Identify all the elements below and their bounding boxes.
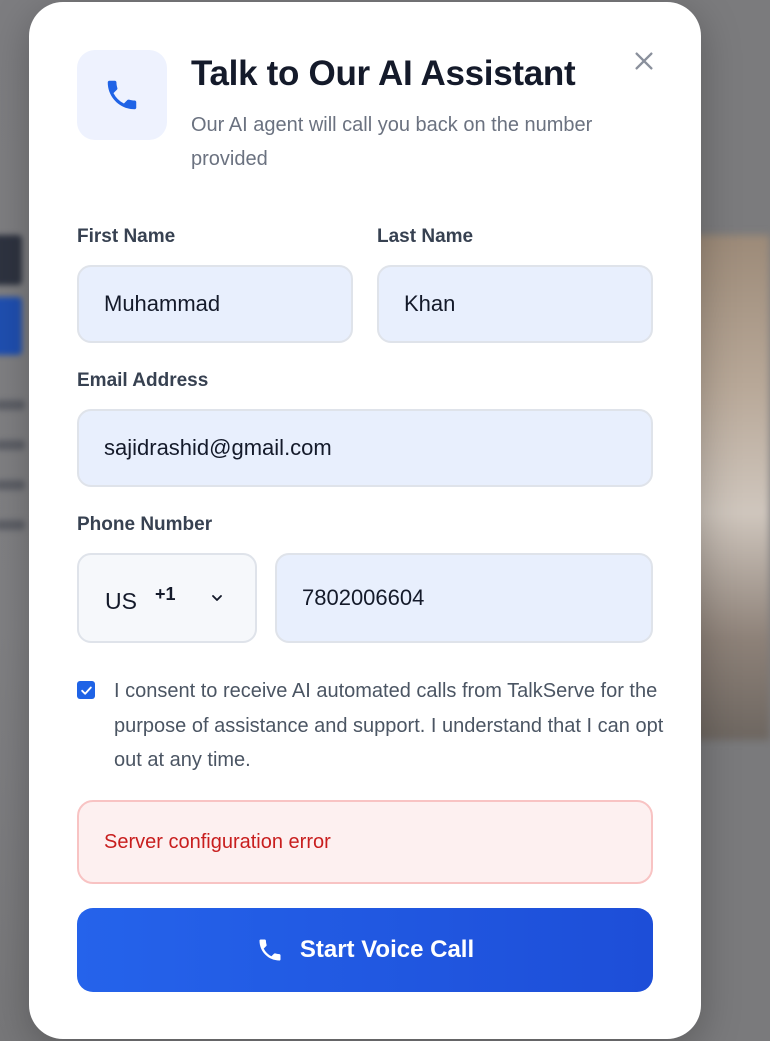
close-icon	[635, 52, 653, 70]
consent-text: I consent to receive AI automated calls …	[114, 680, 664, 771]
consent-checkbox[interactable]	[77, 681, 95, 699]
chevron-down-icon	[212, 595, 223, 601]
error-alert: Server configuration error	[77, 800, 653, 884]
start-voice-call-button[interactable]: Start Voice Call	[77, 908, 653, 992]
background-image-blur	[690, 235, 770, 740]
phone-icon	[259, 939, 281, 961]
start-voice-call-label: Start Voice Call	[299, 936, 475, 963]
phone-label: Phone Number	[77, 514, 213, 535]
voice-call-modal: Talk to Our AI Assistant Our AI agent wi…	[29, 2, 701, 1039]
modal-title: Talk to Our AI Assistant	[191, 54, 576, 93]
background-heading-blur	[0, 235, 30, 365]
phone-icon	[107, 80, 137, 110]
first-name-label: First Name	[77, 226, 176, 247]
email-label: Email Address	[77, 370, 209, 391]
header-icon-box	[77, 50, 167, 140]
country-code-select[interactable]: US +1	[77, 553, 257, 643]
first-name-input[interactable]	[77, 265, 353, 343]
close-button[interactable]	[629, 46, 659, 76]
last-name-label: Last Name	[377, 226, 474, 247]
checkmark-icon	[80, 686, 92, 695]
country-code: US	[105, 587, 137, 614]
dial-code: +1	[154, 583, 176, 604]
last-name-input[interactable]	[377, 265, 653, 343]
error-message: Server configuration error	[104, 830, 331, 853]
email-input[interactable]	[77, 409, 653, 487]
modal-subtitle: Our AI agent will call you back on the n…	[191, 114, 593, 170]
phone-number-input[interactable]	[275, 553, 653, 643]
